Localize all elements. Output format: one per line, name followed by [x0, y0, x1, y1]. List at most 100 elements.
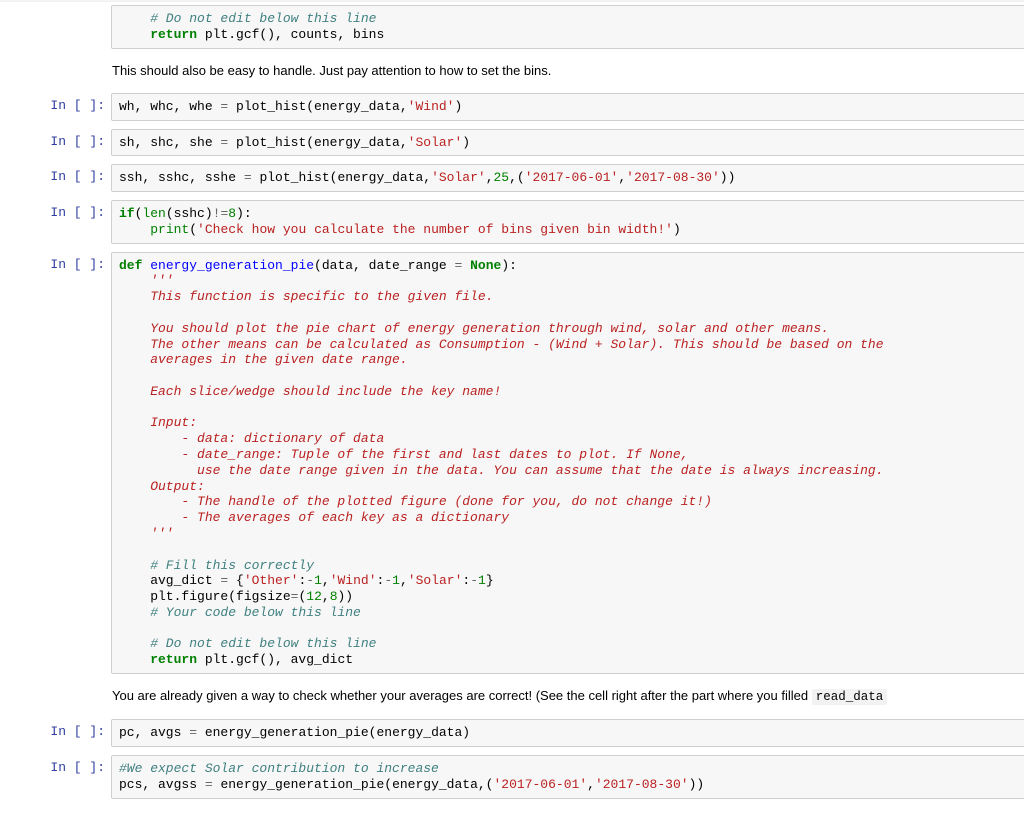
code-input-2[interactable]: sh, shc, she = plot_hist(energy_data,'So… — [111, 129, 1024, 157]
code-cell-4[interactable]: In [ ]: if(len(sshc)!=8): print('Check h… — [15, 197, 1024, 247]
prompt-7: In [ ]: — [15, 755, 111, 776]
code-string: 'Wind' — [408, 99, 455, 114]
code-text: sh, shc, she — [119, 135, 220, 150]
code-number: 8 — [228, 206, 236, 221]
code-indent — [119, 222, 150, 237]
inline-code: read_data — [812, 689, 888, 705]
code-text: )) — [338, 589, 354, 604]
code-text: } — [486, 573, 494, 588]
code-comment: # Your code below this line — [119, 605, 361, 620]
code-text: , — [322, 573, 330, 588]
code-text: energy_generation_pie(energy_data,( — [213, 777, 494, 792]
prompt-6: In [ ]: — [15, 719, 111, 740]
code-op: - — [470, 573, 478, 588]
code-input-4[interactable]: if(len(sshc)!=8): print('Check how you c… — [111, 200, 1024, 244]
code-text: pcs, avgss — [119, 777, 205, 792]
code-comment: #We expect Solar contribution to increas… — [119, 761, 439, 776]
code-input-6[interactable]: pc, avgs = energy_generation_pie(energy_… — [111, 719, 1024, 747]
markdown-cell-1[interactable]: This should also be easy to handle. Just… — [15, 54, 1024, 88]
code-function-name: energy_generation_pie — [150, 258, 314, 273]
markdown-body: This should also be easy to handle. Just… — [105, 60, 1024, 82]
code-string: 'Solar' — [431, 170, 486, 185]
code-number: 1 — [478, 573, 486, 588]
code-op: = — [189, 725, 197, 740]
code-docstring: ''' — [119, 526, 174, 541]
code-string: 'Solar' — [408, 573, 463, 588]
code-text: , — [400, 573, 408, 588]
prompt-3: In [ ]: — [15, 164, 111, 185]
code-docstring: - date_range: Tuple of the first and las… — [119, 447, 689, 462]
code-docstring: - The averages of each key as a dictiona… — [119, 510, 509, 525]
code-text: ( — [189, 222, 197, 237]
prompt-2: In [ ]: — [15, 129, 111, 150]
code-number: 1 — [314, 573, 322, 588]
code-text: plot_hist(energy_data, — [228, 99, 407, 114]
markdown-text: You are already given a way to check whe… — [112, 688, 812, 703]
code-text: ) — [673, 222, 681, 237]
code-text: )) — [720, 170, 736, 185]
code-input-0[interactable]: # Do not edit below this line return plt… — [111, 5, 1024, 49]
code-cell-5[interactable]: In [ ]: def energy_generation_pie(data, … — [15, 249, 1024, 677]
code-string: 'Solar' — [408, 135, 463, 150]
code-text: ,( — [509, 170, 525, 185]
code-op: - — [384, 573, 392, 588]
markdown-body: You are already given a way to check whe… — [105, 685, 1024, 709]
code-keyword: None — [470, 258, 501, 273]
code-text: plot_hist(energy_data, — [228, 135, 407, 150]
prompt-1: In [ ]: — [15, 93, 111, 114]
prompt-4: In [ ]: — [15, 200, 111, 221]
code-text: ssh, sshc, sshe — [119, 170, 244, 185]
code-cell-2[interactable]: In [ ]: sh, shc, she = plot_hist(energy_… — [15, 126, 1024, 160]
code-string: '2017-08-30' — [626, 170, 720, 185]
code-number: 25 — [494, 170, 510, 185]
code-comment: # Do not edit below this line — [119, 11, 376, 26]
code-cell-6[interactable]: In [ ]: pc, avgs = energy_generation_pie… — [15, 716, 1024, 750]
code-text: , — [587, 777, 595, 792]
code-keyword: return — [119, 27, 197, 42]
code-docstring — [119, 400, 150, 415]
code-number: 8 — [330, 589, 338, 604]
code-cell-3[interactable]: In [ ]: ssh, sshc, sshe = plot_hist(ener… — [15, 161, 1024, 195]
code-input-1[interactable]: wh, whc, whe = plot_hist(energy_data,'Wi… — [111, 93, 1024, 121]
markdown-cell-2[interactable]: You are already given a way to check whe… — [15, 679, 1024, 715]
code-comment: # Do not edit below this line — [119, 636, 376, 651]
code-docstring: Input: — [119, 415, 197, 430]
code-text — [462, 258, 470, 273]
code-text: (sshc) — [166, 206, 213, 221]
code-text: plot_hist(energy_data, — [252, 170, 431, 185]
code-text: { — [228, 573, 244, 588]
code-keyword: return — [119, 652, 197, 667]
code-docstring — [119, 368, 150, 383]
code-number: 12 — [306, 589, 322, 604]
code-cell-0[interactable]: # Do not edit below this line return plt… — [15, 2, 1024, 52]
code-docstring: - data: dictionary of data — [119, 431, 384, 446]
code-cell-7[interactable]: In [ ]: #We expect Solar contribution to… — [15, 752, 1024, 802]
code-keyword: if — [119, 206, 135, 221]
code-cell-1[interactable]: In [ ]: wh, whc, whe = plot_hist(energy_… — [15, 90, 1024, 124]
code-string: 'Check how you calculate the number of b… — [197, 222, 673, 237]
prompt-spacer — [15, 685, 105, 709]
prompt-5: In [ ]: — [15, 252, 111, 273]
code-docstring: You should plot the pie chart of energy … — [119, 321, 829, 336]
code-keyword: def — [119, 258, 142, 273]
code-input-3[interactable]: ssh, sshc, sshe = plot_hist(energy_data,… — [111, 164, 1024, 192]
code-docstring: averages in the given date range. — [119, 352, 408, 367]
code-docstring: ''' — [119, 273, 174, 288]
code-docstring: Each slice/wedge should include the key … — [119, 384, 501, 399]
code-text: )) — [689, 777, 705, 792]
code-input-5[interactable]: def energy_generation_pie(data, date_ran… — [111, 252, 1024, 674]
prompt-spacer — [15, 60, 105, 82]
code-input-7[interactable]: #We expect Solar contribution to increas… — [111, 755, 1024, 799]
code-text: wh, whc, whe — [119, 99, 220, 114]
code-text: , — [486, 170, 494, 185]
notebook-page: # Do not edit below this line return plt… — [0, 2, 1024, 815]
code-docstring: Output: — [119, 479, 205, 494]
prompt-0 — [15, 5, 111, 10]
code-op: - — [306, 573, 314, 588]
code-text: pc, avgs — [119, 725, 189, 740]
code-text: (data, date_range — [314, 258, 454, 273]
code-docstring: use the date range given in the data. Yo… — [119, 463, 884, 478]
code-text: , — [322, 589, 330, 604]
code-op: = — [205, 777, 213, 792]
code-string: 'Other' — [244, 573, 299, 588]
